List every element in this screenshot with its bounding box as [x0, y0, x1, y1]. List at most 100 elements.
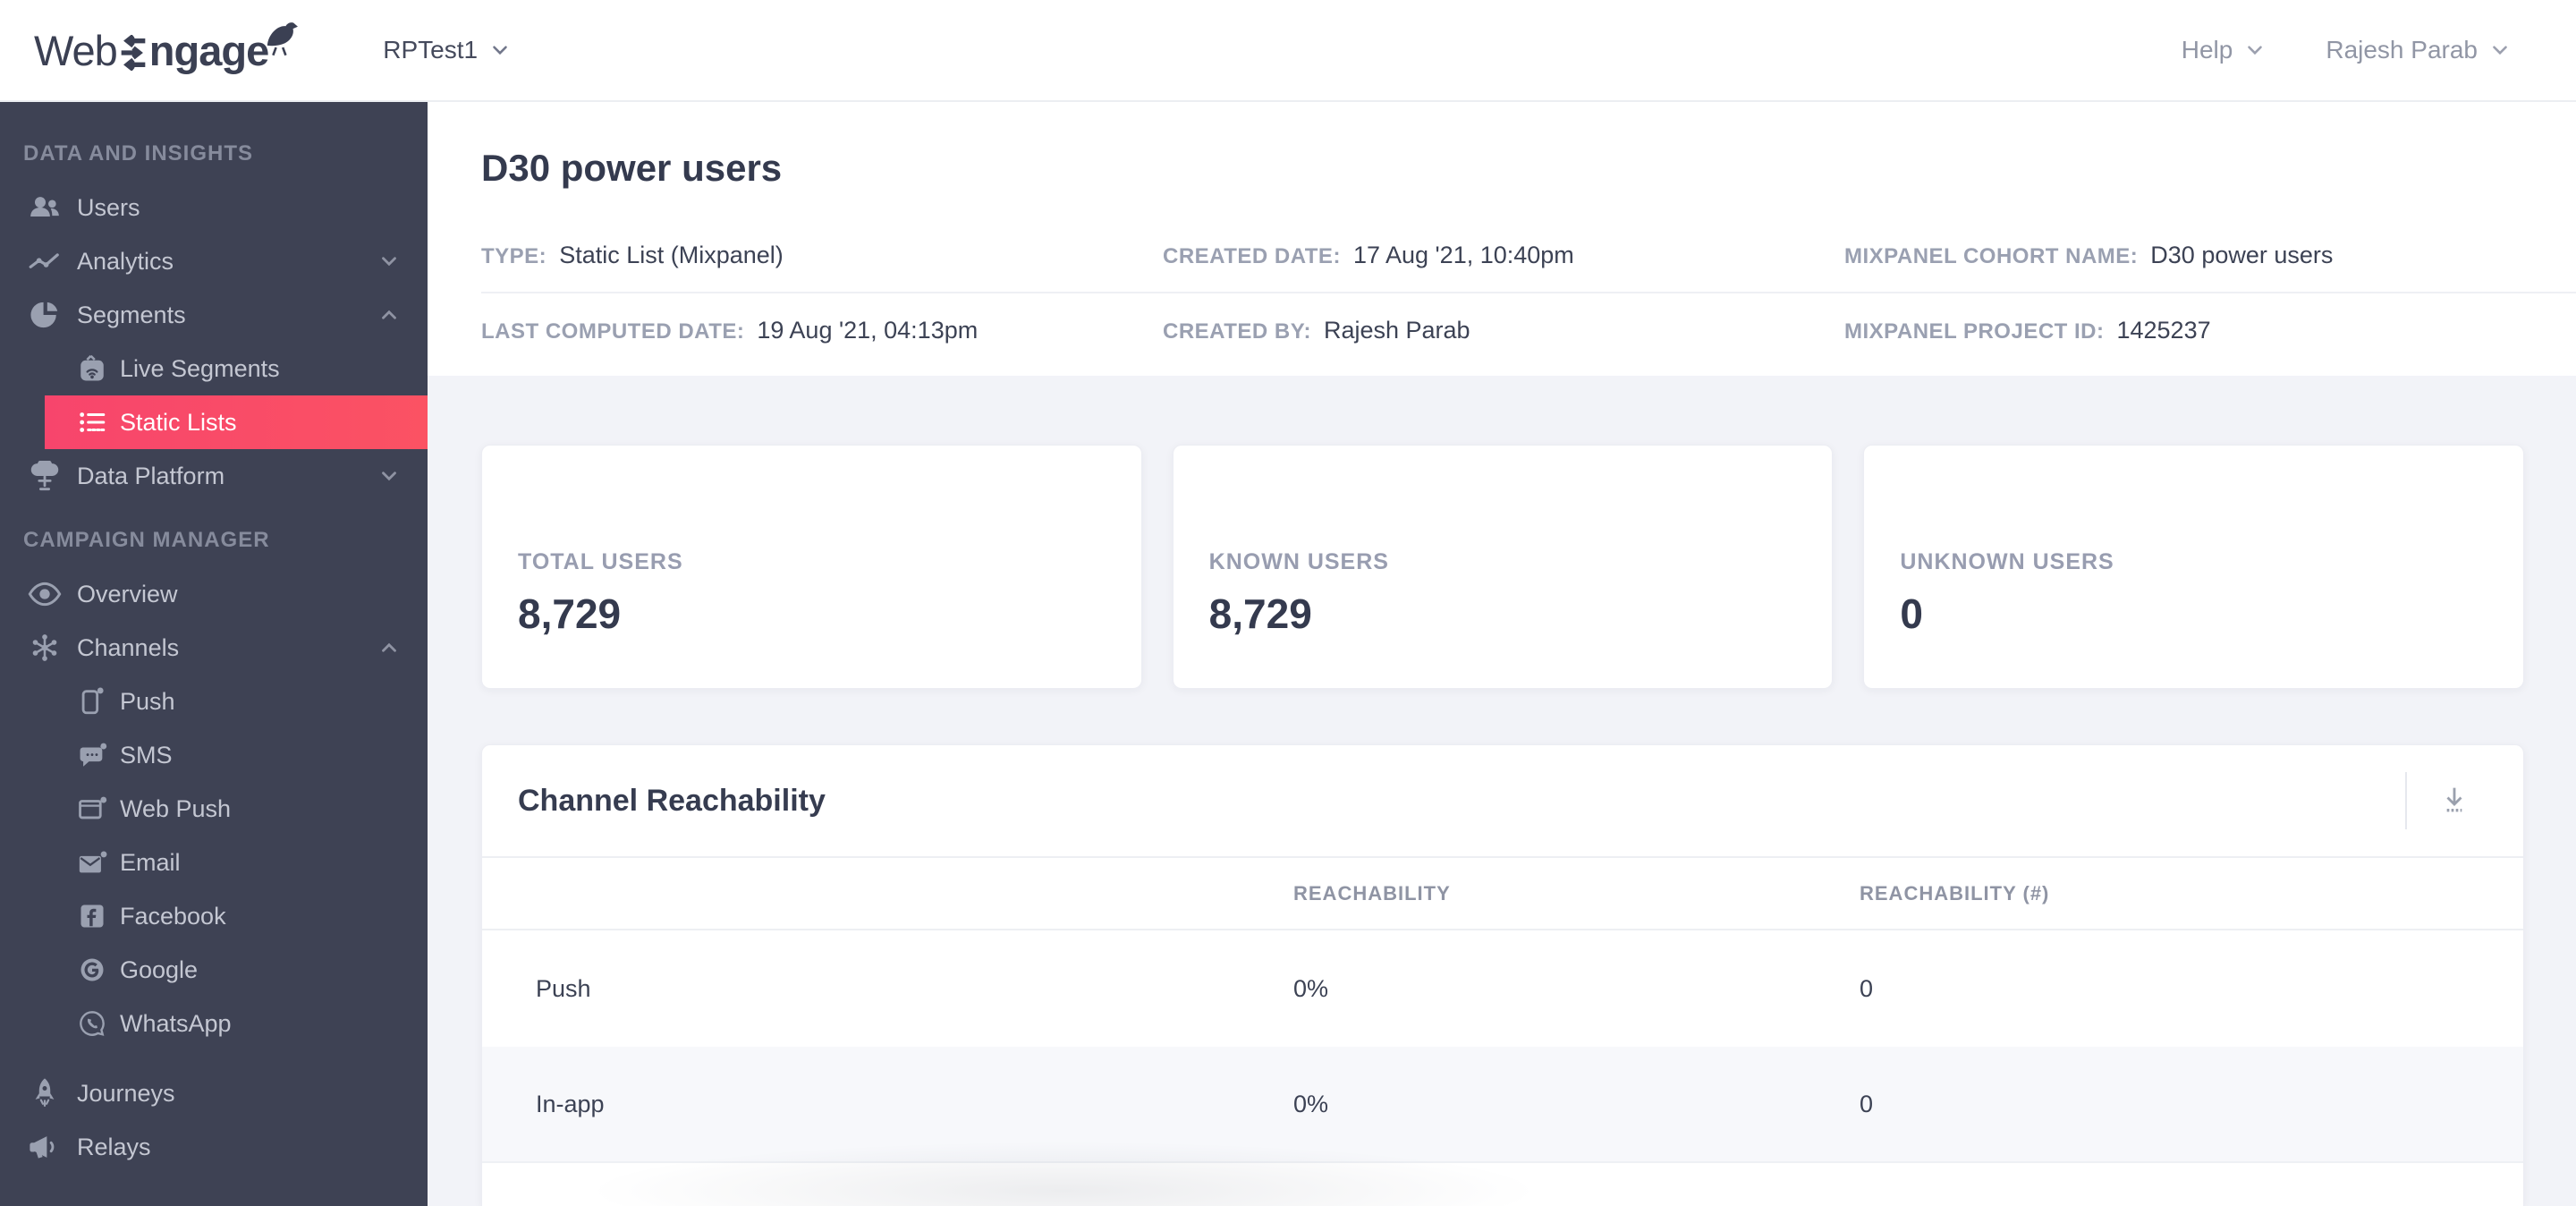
sidebar-item-label: SMS: [120, 741, 173, 769]
sidebar-item-label: Analytics: [77, 247, 174, 275]
chevron-down-icon: [493, 46, 507, 55]
users-icon: [25, 194, 64, 221]
page-header: D30 power users TYPE: Static List (Mixpa…: [428, 102, 2576, 376]
sidebar-item-label: Static Lists: [120, 408, 237, 436]
meta-created-date: CREATED DATE: 17 Aug '21, 10:40pm: [1163, 242, 1844, 269]
email-icon: [75, 849, 109, 876]
app-body: DATA AND INSIGHTS Users Analytics Segmen…: [0, 102, 2576, 1206]
cell-reachability-count: 0: [1860, 1090, 1874, 1117]
sidebar-item-label: WhatsApp: [120, 1009, 232, 1037]
logo-text-web: Web: [34, 26, 118, 74]
meta-last-computed-date: LAST COMPUTED DATE: 19 Aug '21, 04:13pm: [481, 317, 1163, 344]
table-row-push: Push 0% 0: [482, 930, 2523, 1047]
table-row-partial: [482, 1163, 2523, 1205]
sidebar-item-users[interactable]: Users: [0, 181, 428, 234]
meta-type: TYPE: Static List (Mixpanel): [481, 242, 1163, 269]
meta-label: LAST COMPUTED DATE:: [481, 318, 745, 344]
meta-created-by: CREATED BY: Rajesh Parab: [1163, 317, 1844, 344]
chevron-down-icon: [382, 471, 396, 481]
stat-label: UNKNOWN USERS: [1900, 549, 2114, 574]
sidebar: DATA AND INSIGHTS Users Analytics Segmen…: [0, 102, 428, 1206]
topbar: Web ngage RPTest1 Help Rajesh Parab: [0, 0, 2576, 102]
sidebar-item-sms[interactable]: SMS: [0, 728, 428, 782]
stat-label: TOTAL USERS: [518, 549, 683, 574]
sidebar-item-label: Live Segments: [120, 354, 280, 382]
stat-value: 8,729: [1208, 590, 1312, 637]
table-header-row: REACHABILITY REACHABILITY (#): [482, 856, 2523, 930]
meta-mixpanel-cohort-name: MIXPANEL COHORT NAME: D30 power users: [1844, 242, 2576, 269]
stat-card-known-users: KNOWN USERS 8,729: [1172, 445, 1834, 689]
sidebar-item-whatsapp[interactable]: WhatsApp: [0, 997, 428, 1050]
project-name: RPTest1: [383, 36, 479, 64]
sidebar-item-web-push[interactable]: Web Push: [0, 782, 428, 836]
sidebar-item-label: Push: [120, 687, 175, 715]
static-lists-icon: [75, 409, 109, 436]
sidebar-item-email[interactable]: Email: [0, 836, 428, 889]
chevron-down-icon: [2248, 46, 2263, 55]
stat-card-total-users: TOTAL USERS 8,729: [481, 445, 1142, 689]
meta-value: 17 Aug '21, 10:40pm: [1352, 241, 1574, 268]
sidebar-section-data-and-insights: DATA AND INSIGHTS: [23, 141, 253, 166]
sidebar-item-journeys[interactable]: Journeys: [0, 1066, 428, 1120]
meta-label: MIXPANEL PROJECT ID:: [1844, 318, 2105, 344]
meta-value: D30 power users: [2150, 241, 2334, 268]
meta-row: LAST COMPUTED DATE: 19 Aug '21, 04:13pm …: [481, 293, 2576, 367]
stat-value: 0: [1900, 590, 1923, 637]
download-icon: [2446, 787, 2462, 812]
stat-label: KNOWN USERS: [1208, 549, 1389, 574]
sidebar-item-overview[interactable]: Overview: [0, 567, 428, 621]
chevron-up-icon: [382, 310, 396, 319]
push-icon: [75, 686, 109, 717]
project-switcher[interactable]: RPTest1: [383, 36, 512, 64]
sidebar-item-label: Email: [120, 848, 181, 876]
chevron-up-icon: [382, 642, 396, 652]
topbar-right: Help Rajesh Parab: [2182, 36, 2512, 64]
google-icon: [75, 956, 109, 983]
sidebar-item-segments[interactable]: Segments: [0, 288, 428, 342]
cell-channel: In-app: [536, 1090, 605, 1117]
webengage-logo[interactable]: Web ngage: [34, 21, 299, 75]
sidebar-item-channels[interactable]: Channels: [0, 621, 428, 675]
sidebar-item-label: Overview: [77, 580, 178, 607]
journeys-icon: [25, 1077, 64, 1109]
help-menu[interactable]: Help: [2182, 36, 2267, 64]
user-name: Rajesh Parab: [2326, 36, 2478, 64]
cell-channel: Push: [536, 974, 591, 1002]
meta-mixpanel-project-id: MIXPANEL PROJECT ID: 1425237: [1844, 317, 2576, 344]
sidebar-item-facebook[interactable]: Facebook: [0, 889, 428, 943]
meta-value: Rajesh Parab: [1323, 316, 1470, 344]
overview-icon: [25, 582, 64, 607]
download-button[interactable]: [2434, 779, 2475, 820]
sidebar-item-analytics[interactable]: Analytics: [0, 234, 428, 288]
chevron-down-icon: [2493, 46, 2507, 55]
sidebar-item-google[interactable]: Google: [0, 943, 428, 997]
sidebar-item-live-segments[interactable]: Live Segments: [0, 342, 428, 395]
channels-icon: [25, 633, 64, 663]
table-row-in-app: In-app 0% 0: [482, 1047, 2523, 1163]
content-area: TOTAL USERS 8,729 KNOWN USERS 8,729 UNKN…: [428, 376, 2576, 1206]
sidebar-item-static-lists[interactable]: Static Lists: [45, 395, 428, 449]
cell-reachability-count: 0: [1860, 974, 1874, 1002]
cell-reachability: 0%: [1293, 1090, 1329, 1117]
stat-value: 8,729: [518, 590, 622, 637]
user-menu[interactable]: Rajesh Parab: [2326, 36, 2512, 64]
meta-label: CREATED DATE:: [1163, 243, 1341, 268]
sidebar-item-label: Channels: [77, 633, 180, 661]
arrows-e-icon: [121, 35, 146, 71]
meta-row: TYPE: Static List (Mixpanel) CREATED DAT…: [481, 218, 2576, 292]
meta-label: CREATED BY:: [1163, 318, 1311, 344]
segments-icon: [25, 300, 64, 330]
sidebar-item-data-platform[interactable]: Data Platform: [0, 449, 428, 503]
sidebar-item-label: Segments: [77, 301, 186, 328]
relays-icon: [25, 1134, 64, 1160]
channel-reachability-panel: Channel Reachability REACHABILITY REACHA…: [481, 744, 2524, 1206]
sidebar-section-gap: [0, 503, 428, 526]
sidebar-item-label: Data Platform: [77, 462, 225, 489]
page-title: D30 power users: [481, 147, 783, 189]
sidebar-item-relays[interactable]: Relays: [0, 1120, 428, 1174]
sidebar-item-push[interactable]: Push: [0, 675, 428, 728]
logo-text-engage: ngage: [148, 26, 269, 74]
column-reachability: REACHABILITY: [1293, 881, 1451, 904]
cell-reachability: 0%: [1293, 974, 1329, 1002]
